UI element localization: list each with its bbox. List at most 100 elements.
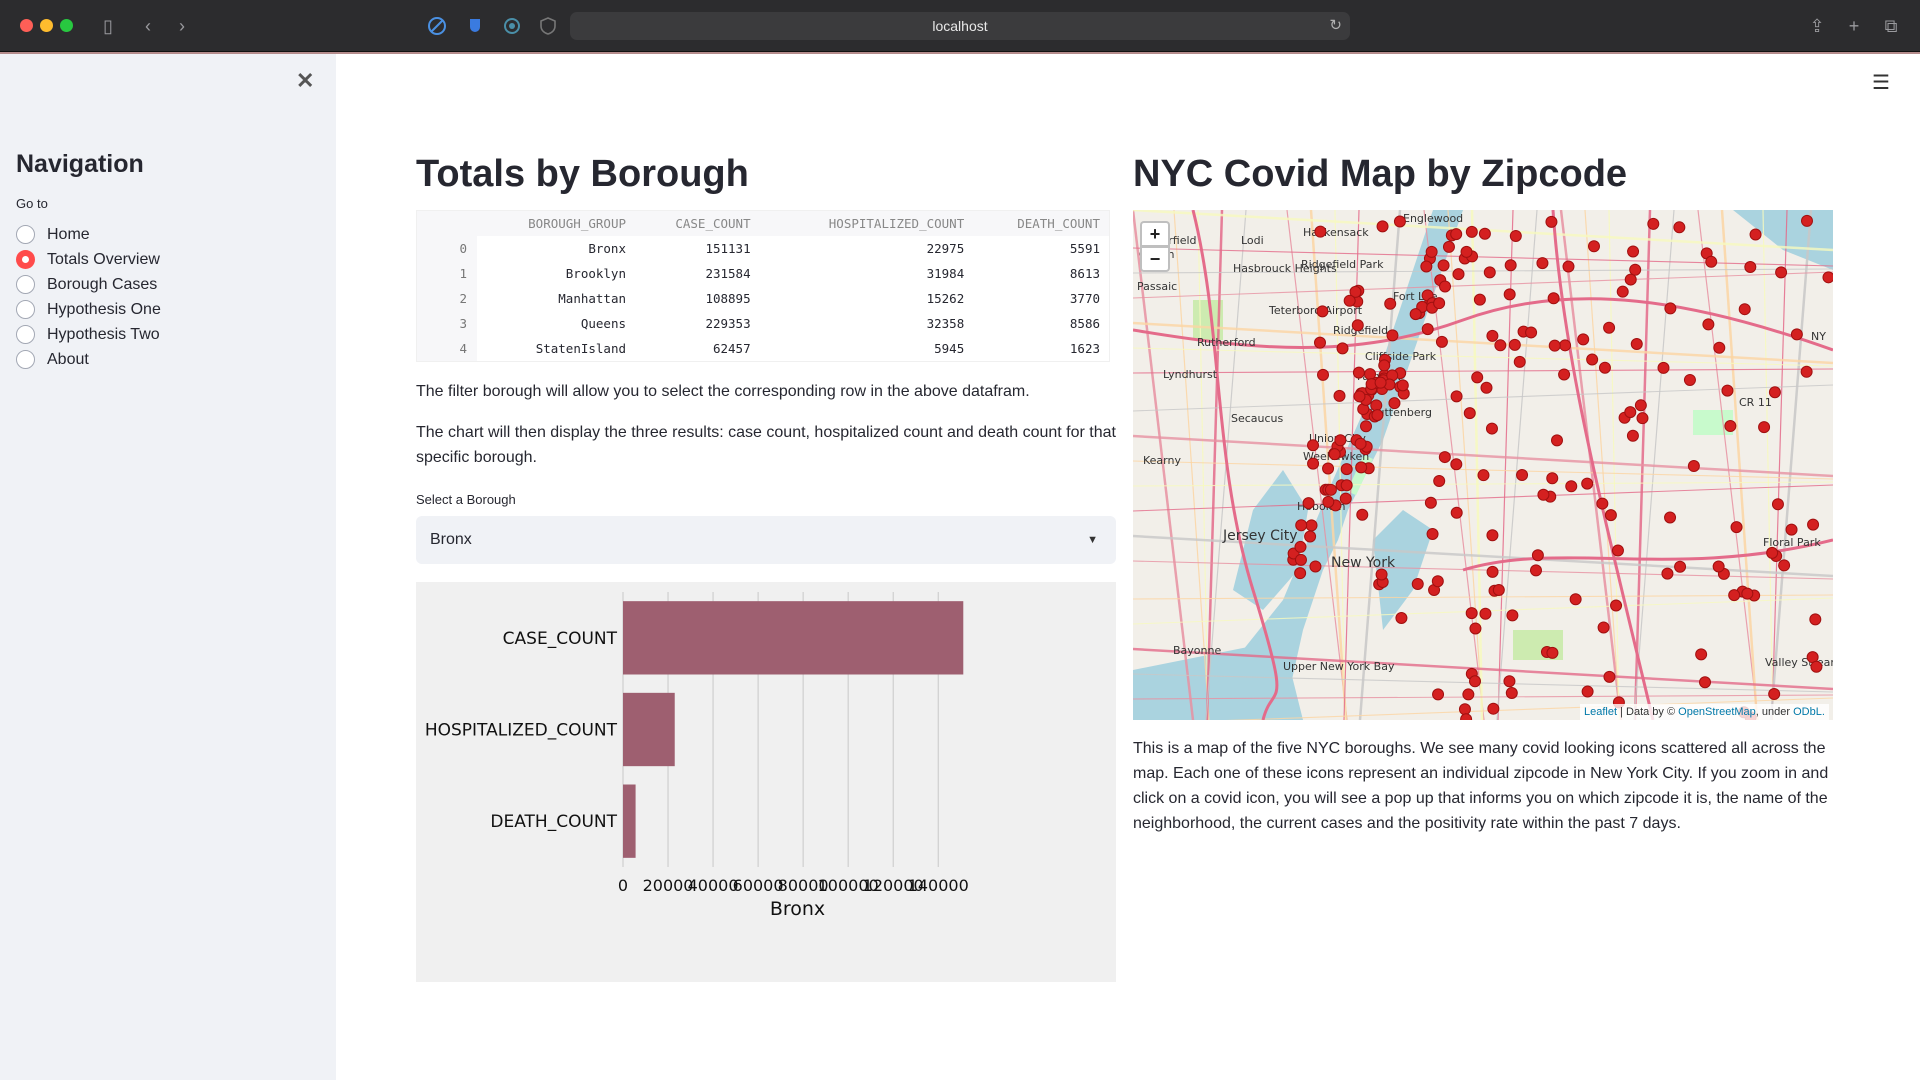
covid-marker-icon — [1550, 434, 1563, 447]
covid-marker-icon — [1396, 379, 1409, 392]
covid-marker-icon — [1721, 384, 1734, 397]
table-row[interactable]: 2 Manhattan 108895 15262 3770 — [417, 286, 1109, 311]
covid-marker-icon — [1483, 266, 1496, 279]
nav-radio-label: Borough Cases — [47, 275, 158, 293]
close-sidebar-icon[interactable]: ✕ — [296, 68, 314, 94]
covid-marker-icon — [1421, 323, 1434, 336]
extension-block-icon[interactable] — [427, 16, 447, 36]
covid-marker-icon — [1546, 646, 1559, 659]
covid-marker-icon — [1581, 685, 1594, 698]
covid-marker-icon — [1810, 660, 1823, 673]
table-row[interactable]: 0 Bronx 151131 22975 5591 — [417, 236, 1109, 261]
covid-marker-icon — [1304, 530, 1317, 543]
covid-marker-icon — [1503, 288, 1516, 301]
table-row[interactable]: 4 StatenIsland 62457 5945 1623 — [417, 336, 1109, 361]
column-header[interactable]: DEATH_COUNT — [973, 211, 1109, 236]
nav-radio-home[interactable]: Home — [16, 222, 161, 247]
extension-shield-icon[interactable] — [538, 16, 558, 36]
place-label: NY — [1811, 330, 1826, 343]
covid-marker-icon — [1705, 255, 1718, 268]
nav-radio-hypothesis-one[interactable]: Hypothesis One — [16, 297, 161, 322]
covid-marker-icon — [1509, 229, 1522, 242]
covid-marker-icon — [1450, 390, 1463, 403]
place-label: CR 11 — [1739, 396, 1772, 409]
radio-selected-icon[interactable] — [16, 250, 35, 269]
covid-marker-icon — [1478, 227, 1491, 240]
borough-select[interactable]: Bronx ▼ — [416, 516, 1116, 564]
address-bar[interactable]: localhost ↻ — [570, 12, 1350, 40]
road-line — [1769, 210, 1813, 720]
table-row[interactable]: 1 Brooklyn 231584 31984 8613 — [417, 261, 1109, 286]
covid-marker-icon — [1581, 477, 1594, 490]
extension-target-icon[interactable] — [502, 16, 522, 36]
forward-icon[interactable]: › — [168, 12, 196, 40]
table-row[interactable]: 3 Queens 229353 32358 8586 — [417, 311, 1109, 336]
covid-marker-icon — [1525, 326, 1538, 339]
covid-marker-icon — [1596, 497, 1609, 510]
minimize-window-button[interactable] — [40, 19, 53, 32]
table-cell: Brooklyn — [477, 261, 635, 286]
road-line — [1771, 210, 1788, 720]
reload-icon[interactable]: ↻ — [1329, 12, 1342, 40]
share-icon[interactable]: ⇪ — [1803, 12, 1831, 40]
covid-marker-icon — [1376, 220, 1389, 233]
covid-marker-icon — [1395, 611, 1408, 624]
column-header[interactable]: HOSPITALIZED_COUNT — [760, 211, 974, 236]
borough-dataframe[interactable]: BOROUGH_GROUP CASE_COUNT HOSPITALIZED_COUN… — [416, 210, 1110, 362]
radio-circle-icon[interactable] — [16, 350, 35, 369]
zoom-in-button[interactable]: + — [1140, 221, 1170, 247]
new-tab-icon[interactable]: + — [1840, 12, 1868, 40]
radio-circle-icon[interactable] — [16, 275, 35, 294]
bar-chart-svg: CASE_COUNT HOSPITALIZED_COUNT DEATH_COUNT 0… — [425, 592, 969, 920]
table-cell: StatenIsland — [477, 336, 635, 361]
covid-marker-icon — [1462, 688, 1475, 701]
row-index: 0 — [417, 236, 477, 261]
table-cell: Bronx — [477, 236, 635, 261]
back-icon[interactable]: ‹ — [134, 12, 162, 40]
extension-bitwarden-icon[interactable] — [465, 16, 485, 36]
covid-marker-icon — [1438, 451, 1451, 464]
tick-label: 0 — [618, 876, 628, 895]
covid-marker-icon — [1465, 607, 1478, 620]
sidebar-toggle-icon[interactable]: ▯ — [94, 12, 122, 40]
covid-marker-icon — [1386, 329, 1399, 342]
nav-radio-totals-overview[interactable]: Totals Overview — [16, 247, 161, 272]
close-window-button[interactable] — [20, 19, 33, 32]
nav-radio-borough-cases[interactable]: Borough Cases — [16, 272, 161, 297]
covid-marker-icon — [1664, 302, 1677, 315]
openstreetmap-link[interactable]: OpenStreetMap — [1678, 706, 1756, 718]
radio-circle-icon[interactable] — [16, 225, 35, 244]
bar — [623, 601, 964, 675]
covid-marker-icon — [1313, 336, 1326, 349]
covid-marker-icon — [1316, 305, 1329, 318]
map-attribution: Leaflet | Data by © OpenStreetMap, under… — [1580, 704, 1829, 720]
place-label: Secaucus — [1231, 412, 1284, 425]
leaflet-link[interactable]: Leaflet — [1584, 706, 1617, 718]
bar — [623, 692, 675, 767]
radio-circle-icon[interactable] — [16, 300, 35, 319]
covid-marker-icon — [1336, 342, 1349, 355]
covid-marker-icon — [1712, 560, 1725, 573]
tab-overview-icon[interactable]: ⧉ — [1877, 12, 1905, 40]
chevron-down-icon[interactable]: ▼ — [1087, 516, 1098, 564]
nav-radio-hypothesis-two[interactable]: Hypothesis Two — [16, 322, 161, 347]
maximize-window-button[interactable] — [60, 19, 73, 32]
zoom-out-button[interactable]: − — [1140, 246, 1170, 272]
covid-marker-icon — [1537, 488, 1550, 501]
category-label: HOSPITALIZED_COUNT — [425, 721, 618, 741]
covid-marker-icon — [1465, 225, 1478, 238]
radio-circle-icon[interactable] — [16, 325, 35, 344]
page-title: Totals by Borough — [416, 153, 749, 195]
covid-marker-icon — [1749, 228, 1762, 241]
column-header[interactable]: BOROUGH_GROUP — [477, 211, 635, 236]
odbl-link[interactable]: ODbL. — [1793, 706, 1825, 718]
main-menu-icon[interactable]: ☰ — [1872, 70, 1890, 95]
nav-radio-about[interactable]: About — [16, 347, 161, 372]
covid-marker-icon — [1450, 458, 1463, 471]
column-header[interactable]: CASE_COUNT — [635, 211, 760, 236]
covid-map[interactable]: EnglewoodGarfieldLodiHackensackCliftonHa… — [1133, 210, 1833, 720]
covid-marker-icon — [1634, 399, 1647, 412]
covid-marker-icon — [1322, 462, 1335, 475]
index-header[interactable] — [417, 211, 477, 236]
table-cell: 22975 — [759, 236, 974, 261]
